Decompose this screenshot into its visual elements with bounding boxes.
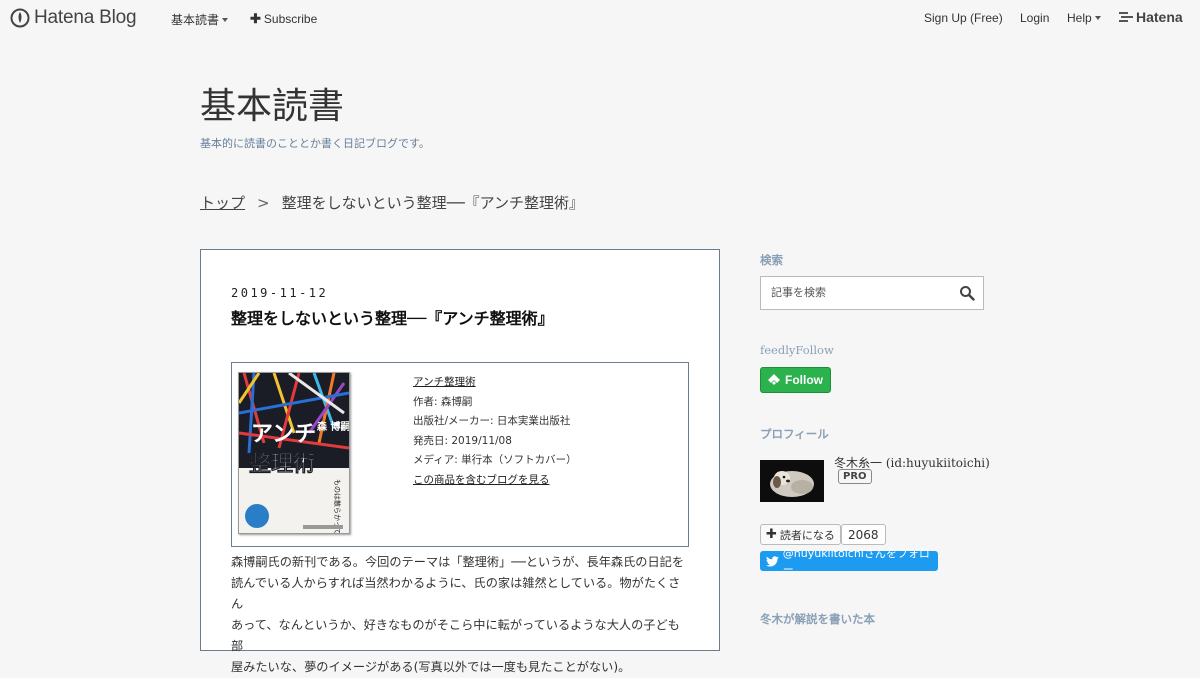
book-cover-art: 森 博嗣 アンチ 整理術 ものは散らかっているが、生き方は散らかっていない [239, 373, 349, 533]
subscribe-reader-button[interactable]: ✚ 読者になる [760, 524, 841, 545]
blog-menu-dropdown[interactable]: 基本読書 [171, 11, 229, 28]
product-media: メディア: 単行本（ソフトカバー） [413, 454, 577, 466]
book-cover-image[interactable]: 森 博嗣 アンチ 整理術 ものは散らかっているが、生き方は散らかっていない [238, 372, 350, 534]
caret-down-icon [1094, 16, 1101, 20]
entry-body-line: あって、なんというか、好きなものがそこら中に転がっているような大人の子ども部 [231, 618, 680, 653]
blog-menu-label: 基本読書 [171, 13, 220, 27]
search-input[interactable] [761, 277, 951, 307]
help-label: Help [1067, 11, 1092, 25]
books-heading: 冬木が解説を書いた本 [760, 612, 875, 626]
product-info: アンチ整理術 作者: 森博嗣 出版社/メーカー: 日本実業出版社 発売日: 20… [413, 373, 577, 490]
entry-body: 森博嗣氏の新刊である。今回のテーマは「整理術」──というが、長年森氏の日記を 読… [231, 552, 691, 678]
breadcrumb-separator: > [257, 193, 270, 212]
hatena-blog-logo[interactable]: Hatena Blog [10, 7, 137, 29]
product-blog-link[interactable]: この商品を含むブログを見る [413, 471, 577, 491]
blog-title[interactable]: 基本読書 [200, 84, 344, 130]
reader-count: 2068 [841, 524, 886, 545]
twitter-follow-button[interactable]: @huyukiitoichiさんをフォロー [760, 547, 938, 576]
feedly-icon [768, 374, 780, 385]
profile-heading: プロフィール [760, 427, 829, 441]
hatena-stripes-icon [1119, 12, 1133, 22]
entry-article: 2019-11-12 整理をしないという整理──『アンチ整理術』 森 博嗣 アン… [200, 249, 720, 674]
global-header: Hatena Blog 基本読書 ✚ Subscribe Sign Up (Fr… [0, 0, 1200, 36]
product-release-date: 発売日: 2019/11/08 [413, 434, 512, 447]
feedly-follow-button[interactable]: Follow [760, 367, 831, 393]
product-publisher: 出版社/メーカー: 日本実業出版社 [413, 415, 571, 427]
entry-body-line: 屋みたいな、夢のイメージがある(写真以外では一度も見たことがない)。 [231, 660, 631, 674]
avatar[interactable] [760, 460, 824, 502]
plus-icon: ✚ [766, 527, 777, 542]
cover-title-line1: アンチ [251, 422, 316, 447]
twitter-bird-icon [766, 555, 779, 567]
pro-badge: PRO [838, 469, 872, 484]
login-label: Login [1020, 11, 1050, 25]
subscribe-label: Subscribe [263, 12, 318, 26]
hatena-brand-label: Hatena [1136, 9, 1183, 25]
entry-body-line: 森博嗣氏の新刊である。今回のテーマは「整理術」──というが、長年森氏の日記を [231, 555, 685, 569]
blog-description: 基本的に読書のこととか書く日記ブログです。 [200, 137, 430, 150]
search-icon[interactable] [959, 285, 975, 301]
reader-label: 読者になる [779, 528, 835, 542]
feedly-follow-label: Follow [785, 373, 823, 387]
hatena-brand-link[interactable]: Hatena [1119, 9, 1183, 25]
avatar-dog-image [760, 460, 824, 502]
breadcrumb: トップ > 整理をしないという整理──『アンチ整理術』 [200, 192, 584, 213]
subscribe-button[interactable]: ✚ Subscribe [250, 11, 317, 27]
cover-author: 森 博嗣 [316, 420, 349, 433]
plus-icon: ✚ [250, 11, 261, 26]
entry-title[interactable]: 整理をしないという整理──『アンチ整理術』 [231, 305, 554, 329]
cover-title-line2: 整理術 [249, 451, 315, 477]
entry-body-line: 読んでいる人からすれば当然わかるように、氏の家は雑然としている。物がたくさん [231, 576, 681, 611]
hatena-blog-logo-icon [10, 8, 30, 28]
feedly-heading: feedlyFollow [760, 343, 834, 357]
search-form [760, 276, 984, 310]
breadcrumb-top-link[interactable]: トップ [200, 192, 245, 213]
login-link[interactable]: Login [1020, 11, 1049, 25]
logo-text: Hatena Blog [34, 7, 137, 28]
signup-label: Sign Up (Free) [924, 11, 1003, 25]
caret-down-icon [222, 17, 229, 22]
help-dropdown[interactable]: Help [1067, 11, 1101, 25]
product-author: 作者: 森博嗣 [413, 395, 473, 408]
product-title-link[interactable]: アンチ整理術 [413, 373, 577, 393]
breadcrumb-current: 整理をしないという整理──『アンチ整理術』 [281, 194, 585, 212]
signup-link[interactable]: Sign Up (Free) [924, 11, 1003, 25]
cover-tagline: ものは散らかっているが、生き方は散らかっていない [333, 479, 342, 533]
entry-date[interactable]: 2019-11-12 [231, 286, 328, 300]
twitter-follow-label: @huyukiitoichiさんをフォロー [782, 547, 930, 576]
product-box: 森 博嗣 アンチ 整理術 ものは散らかっているが、生き方は散らかっていない アン… [231, 362, 689, 547]
search-heading: 検索 [760, 253, 783, 267]
